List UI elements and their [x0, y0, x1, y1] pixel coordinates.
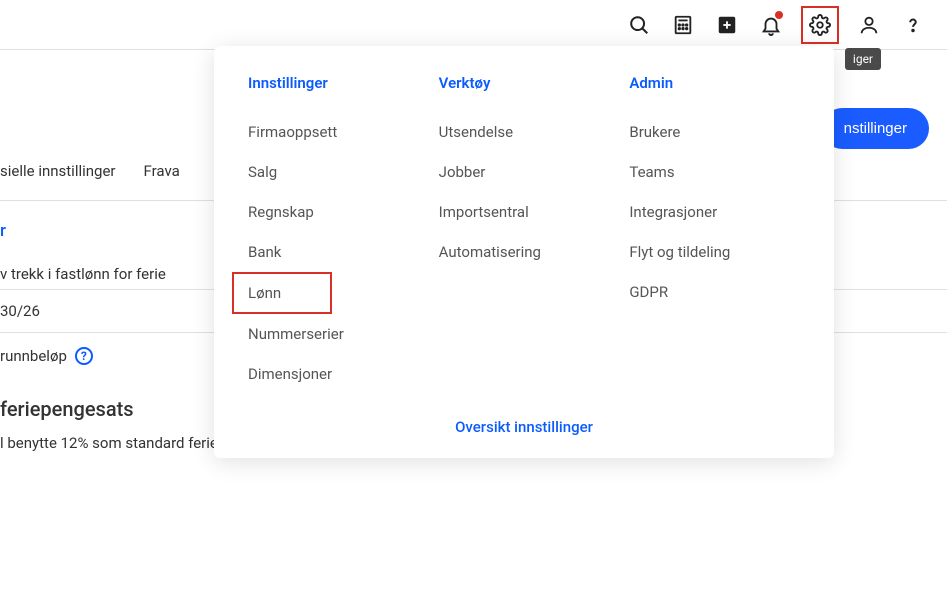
menu-item-nummerserier[interactable]: Nummerserier [248, 314, 419, 354]
user-icon[interactable] [855, 11, 883, 39]
menu-item-dimensjoner[interactable]: Dimensjoner [248, 354, 419, 394]
tab-finansielle[interactable]: sielle innstillinger [0, 162, 116, 180]
dropdown-footer-link[interactable]: Oversikt innstillinger [248, 394, 800, 436]
menu-item-teams[interactable]: Teams [629, 152, 800, 192]
menu-item-bank[interactable]: Bank [248, 232, 419, 272]
top-bar [0, 0, 947, 50]
search-icon[interactable] [625, 11, 653, 39]
dropdown-col-verktoy: Verktøy Utsendelse Jobber Importsentral … [439, 74, 610, 394]
grunnbelop-label: runnbeløp [0, 347, 67, 365]
menu-item-gdpr[interactable]: GDPR [629, 272, 800, 312]
menu-item-brukere[interactable]: Brukere [629, 112, 800, 152]
menu-item-lonn[interactable]: Lønn [232, 272, 332, 314]
gear-icon[interactable] [801, 6, 839, 44]
menu-item-flyt-tildeling[interactable]: Flyt og tildeling [629, 232, 800, 272]
notification-dot [775, 11, 783, 19]
menu-item-utsendelse[interactable]: Utsendelse [439, 112, 610, 152]
menu-item-integrasjoner[interactable]: Integrasjoner [629, 192, 800, 232]
menu-item-automatisering[interactable]: Automatisering [439, 232, 610, 272]
menu-item-salg[interactable]: Salg [248, 152, 419, 192]
add-icon[interactable] [713, 11, 741, 39]
settings-dropdown: Innstillinger Firmaoppsett Salg Regnskap… [214, 46, 834, 458]
tab-fravar[interactable]: Frava [144, 162, 180, 180]
col-header-verktoy: Verktøy [439, 74, 610, 92]
menu-item-regnskap[interactable]: Regnskap [248, 192, 419, 232]
help-icon[interactable] [899, 11, 927, 39]
col-header-admin: Admin [629, 74, 800, 92]
calculator-icon[interactable] [669, 11, 697, 39]
menu-item-jobber[interactable]: Jobber [439, 152, 610, 192]
menu-item-importsentral[interactable]: Importsentral [439, 192, 610, 232]
dropdown-col-innstillinger: Innstillinger Firmaoppsett Salg Regnskap… [248, 74, 419, 394]
bell-icon[interactable] [757, 11, 785, 39]
dropdown-col-admin: Admin Brukere Teams Integrasjoner Flyt o… [629, 74, 800, 394]
col-header-innstillinger: Innstillinger [248, 74, 419, 92]
menu-item-firmaoppsett[interactable]: Firmaoppsett [248, 112, 419, 152]
info-icon[interactable]: ? [75, 347, 93, 365]
tooltip-fragment: iger [845, 48, 881, 70]
